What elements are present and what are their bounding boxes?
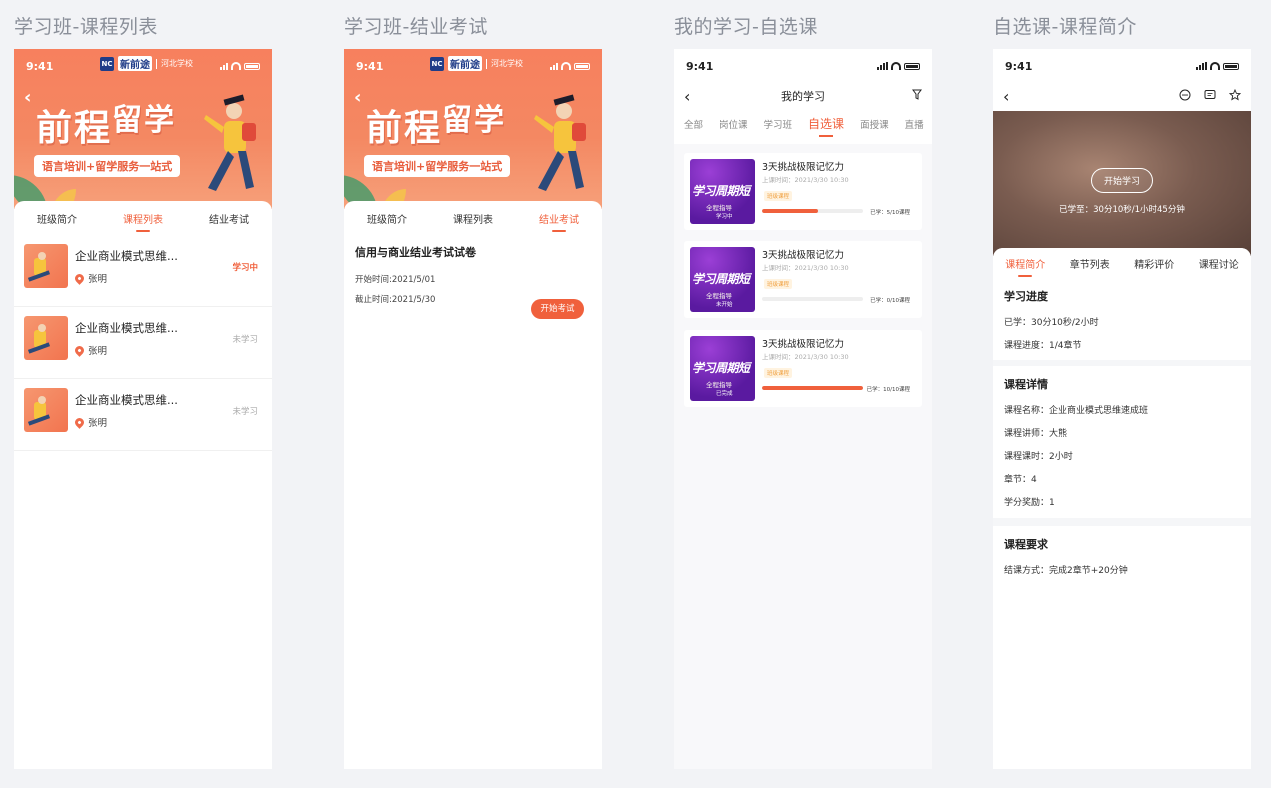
wifi-icon bbox=[231, 62, 241, 70]
nav-bar: ‹ bbox=[993, 83, 1251, 109]
course-thumbnail bbox=[24, 244, 68, 288]
course-thumbnail bbox=[24, 388, 68, 432]
battery-icon bbox=[1223, 62, 1239, 70]
brand-logo: NC 新前途 河北学校 bbox=[100, 56, 193, 71]
detail-section: 课程详情 课程名称：企业商业模式思维速成班 课程讲师：大熊 课程课时：2小时 章… bbox=[993, 366, 1251, 518]
battery-icon bbox=[574, 62, 590, 70]
category-tabs: 全部 岗位课 学习班 自选课 面授课 直播 bbox=[674, 117, 932, 134]
page-title: 我的学习 bbox=[781, 90, 825, 103]
requirement-section: 课程要求 结课方式：完成2章节+20分钟 bbox=[993, 526, 1251, 769]
nav-bar: ‹ 我的学习 bbox=[674, 83, 932, 109]
progress-section: 学习进度 已学：30分10秒/2小时 课程进度：1/4章节 bbox=[993, 278, 1251, 360]
tab-course-list[interactable]: 课程列表 bbox=[449, 205, 497, 232]
progress-bar bbox=[762, 209, 863, 213]
progress-bar bbox=[762, 297, 863, 301]
learned-progress-text: 已学至：30分10秒/1小时45分钟 bbox=[1059, 205, 1185, 215]
tab-study-class[interactable]: 学习班 bbox=[764, 117, 793, 134]
banner-slogan: 前程留学 bbox=[36, 103, 177, 149]
battery-icon bbox=[244, 62, 260, 70]
filter-icon[interactable] bbox=[912, 89, 922, 100]
board-title-intro: 自选课-课程简介 bbox=[993, 16, 1137, 38]
course-card[interactable]: 学习周期短 全程指导 未开始 3天挑战极限记忆力 上课时间：2021/3/30 … bbox=[684, 241, 922, 318]
tab-course-list[interactable]: 课程列表 bbox=[119, 205, 167, 232]
tab-final-exam[interactable]: 结业考试 bbox=[535, 205, 583, 232]
banner-subline: 语言培训+留学服务一站式 bbox=[34, 155, 181, 177]
phone-course-intro: 9:41 ‹ 开始学习 已学至：30分10秒/1小时45分钟 课程简介 章节列表… bbox=[993, 49, 1251, 769]
board-title-my-study: 我的学习-自选课 bbox=[674, 16, 818, 38]
status-badge: 学习中 bbox=[232, 263, 258, 273]
tab-elective[interactable]: 自选课 bbox=[808, 115, 844, 132]
tab-all[interactable]: 全部 bbox=[684, 117, 703, 134]
tab-live[interactable]: 直播 bbox=[905, 117, 924, 134]
intro-tabs: 课程简介 章节列表 精彩评价 课程讨论 bbox=[993, 248, 1251, 278]
wifi-icon bbox=[561, 62, 571, 70]
back-button[interactable]: ‹ bbox=[684, 87, 690, 106]
back-button[interactable]: ‹ bbox=[354, 87, 361, 108]
wifi-icon bbox=[891, 62, 901, 70]
progress-bar bbox=[762, 386, 863, 390]
tab-chapter-list[interactable]: 章节列表 bbox=[1066, 250, 1114, 277]
tab-offline[interactable]: 面授课 bbox=[860, 117, 889, 134]
banner-subline: 语言培训+留学服务一站式 bbox=[364, 155, 511, 177]
phone-my-study: 9:41 ‹ 我的学习 全部 岗位课 学习班 自选课 面授课 直播 学习周期短 … bbox=[674, 49, 932, 769]
start-exam-button[interactable]: 开始考试 bbox=[531, 299, 584, 319]
customer-service-icon[interactable] bbox=[1179, 89, 1191, 101]
tab-final-exam[interactable]: 结业考试 bbox=[205, 205, 253, 232]
signal-icon bbox=[877, 62, 888, 70]
board-title-exam: 学习班-结业考试 bbox=[344, 16, 488, 38]
status-badge: 班级课程 bbox=[764, 279, 793, 289]
class-tabs: 班级简介 课程列表 结业考试 bbox=[344, 201, 602, 235]
status-bar: 9:41 bbox=[674, 49, 932, 83]
tab-reviews[interactable]: 精彩评价 bbox=[1130, 250, 1178, 277]
course-thumbnail bbox=[24, 316, 68, 360]
course-card[interactable]: 学习周期短 全程指导 学习中 3天挑战极限记忆力 上课时间：2021/3/30 … bbox=[684, 153, 922, 230]
back-button[interactable]: ‹ bbox=[1003, 87, 1009, 106]
status-badge: 未学习 bbox=[232, 335, 258, 345]
video-player[interactable]: 开始学习 已学至：30分10秒/1小时45分钟 bbox=[993, 111, 1251, 256]
exam-end-time: 截止时间:2021/5/30 bbox=[355, 295, 436, 305]
comment-icon[interactable] bbox=[1204, 89, 1216, 101]
tab-class-intro[interactable]: 班级简介 bbox=[33, 205, 81, 232]
signal-icon bbox=[550, 62, 558, 70]
list-item[interactable]: 企业商业模式思维... 张明 学习中 bbox=[14, 235, 272, 307]
course-thumbnail: 学习周期短 全程指导 学习中 bbox=[690, 159, 755, 224]
list-item[interactable]: 企业商业模式思维... 张明 未学习 bbox=[14, 307, 272, 379]
brand-logo: NC 新前途 河北学校 bbox=[430, 56, 523, 71]
nc-logo-icon: NC bbox=[430, 56, 444, 71]
tab-class-intro[interactable]: 班级简介 bbox=[363, 205, 411, 232]
status-badge: 未学习 bbox=[232, 407, 258, 417]
phone-exam: NC 新前途 河北学校 ‹ 前程留学 语言培训+留学服务一站式 9:41 班级简… bbox=[344, 49, 602, 769]
list-item[interactable]: 企业商业模式思维... 张明 未学习 bbox=[14, 379, 272, 451]
tab-discussion[interactable]: 课程讨论 bbox=[1195, 250, 1243, 277]
teacher-icon bbox=[73, 271, 86, 285]
signal-icon bbox=[1196, 62, 1207, 70]
status-badge: 班级课程 bbox=[764, 191, 793, 201]
exam-title: 信用与商业结业考试试卷 bbox=[355, 246, 476, 259]
star-icon[interactable] bbox=[1229, 89, 1241, 101]
signal-icon bbox=[220, 62, 228, 70]
teacher-icon bbox=[73, 343, 86, 357]
course-card[interactable]: 学习周期短 全程指导 已完成 3天挑战极限记忆力 上课时间：2021/3/30 … bbox=[684, 330, 922, 407]
status-bar: 9:41 bbox=[993, 49, 1251, 83]
back-button[interactable]: ‹ bbox=[24, 87, 31, 108]
board-title-course-list: 学习班-课程列表 bbox=[14, 16, 158, 38]
battery-icon bbox=[904, 62, 920, 70]
banner-slogan: 前程留学 bbox=[366, 103, 507, 149]
student-illustration-icon bbox=[204, 94, 256, 191]
status-badge: 班级课程 bbox=[764, 368, 793, 378]
exam-start-time: 开始时间:2021/5/01 bbox=[355, 275, 436, 285]
phone-course-list: NC 新前途 河北学校 ‹ 前程留学 语言培训+留学服务一站式 9:41 班级简… bbox=[14, 49, 272, 769]
nc-logo-icon: NC bbox=[100, 56, 114, 71]
teacher-icon bbox=[73, 415, 86, 429]
wifi-icon bbox=[1210, 62, 1220, 70]
tab-post-course[interactable]: 岗位课 bbox=[719, 117, 748, 134]
tab-course-intro[interactable]: 课程简介 bbox=[1001, 250, 1049, 277]
start-learning-button[interactable]: 开始学习 bbox=[1090, 168, 1154, 193]
class-tabs: 班级简介 课程列表 结业考试 bbox=[14, 201, 272, 235]
student-illustration-icon bbox=[534, 94, 586, 191]
course-thumbnail: 学习周期短 全程指导 已完成 bbox=[690, 336, 755, 401]
intro-body: 课程简介 章节列表 精彩评价 课程讨论 学习进度 已学：30分10秒/2小时 课… bbox=[993, 248, 1251, 769]
course-thumbnail: 学习周期短 全程指导 未开始 bbox=[690, 247, 755, 312]
